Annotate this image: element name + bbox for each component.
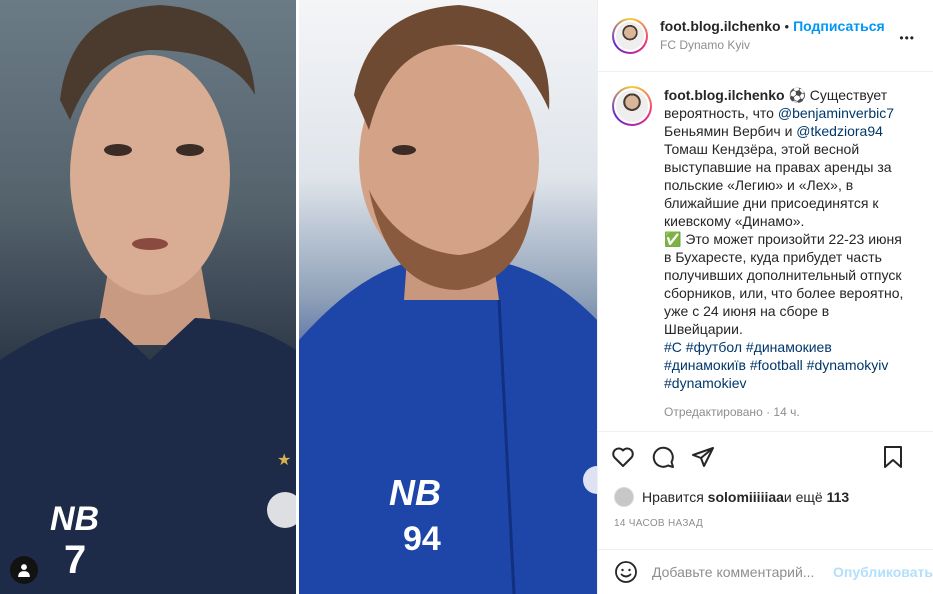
avatar[interactable] (612, 17, 648, 54)
location-link[interactable]: FC Dynamo Kyiv (660, 36, 885, 54)
post-timestamp[interactable]: 14 ЧАСОВ НАЗАД (614, 518, 703, 529)
separator-dot: • (784, 19, 790, 34)
share-icon (692, 447, 714, 467)
save-button[interactable] (880, 444, 906, 470)
svg-text:NB: NB (50, 500, 99, 538)
player-left-illustration: NB ★ (0, 5, 296, 594)
comment-icon (652, 446, 674, 468)
user-tag-button[interactable] (10, 556, 38, 584)
more-options-button[interactable]: ••• (899, 26, 915, 47)
mention-kedziora[interactable]: @tkedziora94 (796, 123, 883, 139)
svg-text:NB: NB (389, 472, 441, 513)
like-button[interactable] (610, 444, 636, 470)
emoji-icon (615, 561, 637, 583)
liker-username[interactable]: solomiiiiiaa (708, 489, 784, 505)
svg-text:★: ★ (277, 452, 291, 469)
caption-username[interactable]: foot.blog.ilchenko (664, 87, 785, 103)
caption-part-4: Это может произойти 22-23 июня в Бухарес… (664, 231, 904, 337)
comment-input[interactable] (652, 564, 833, 580)
hashtags[interactable]: #С #футбол #динамокиев #динамокиїв #foot… (664, 339, 888, 391)
action-bar (598, 434, 933, 480)
user-tag-icon (18, 564, 30, 577)
likes-suffix: и ещё (783, 489, 823, 505)
publish-button[interactable]: Опубликовать (833, 564, 933, 580)
more-icon: ••• (899, 31, 915, 45)
follow-button[interactable]: Подписаться (793, 18, 885, 34)
share-button[interactable] (690, 444, 716, 470)
player-photo-right: NB 94 (299, 0, 597, 594)
post-sidebar: foot.blog.ilchenko • Подписаться FC Dynamo… (597, 0, 933, 594)
player-photo-left: NB ★ 7 (0, 0, 296, 594)
soccer-ball-emoji: ⚽ (788, 87, 806, 103)
mention-verbic[interactable]: @benjaminverbic7 (778, 105, 894, 121)
caption-section: foot.blog.ilchenko ⚽ Существует вероятно… (598, 72, 933, 432)
edited-label: Отредактировано · 14 ч. (664, 405, 800, 419)
likes-count[interactable]: 113 (827, 489, 850, 505)
player-right-illustration: NB (299, 5, 597, 594)
liker-avatar[interactable] (614, 487, 634, 507)
jersey-number-left: 7 (64, 538, 87, 582)
jersey-number-right: 94 (403, 520, 441, 558)
post-header: foot.blog.ilchenko • Подписаться FC Dynamo… (598, 0, 933, 72)
caption-avatar[interactable] (612, 86, 652, 126)
comment-button[interactable] (650, 444, 676, 470)
comment-bar: Опубликовать (598, 549, 933, 594)
heart-icon (612, 447, 634, 467)
emoji-button[interactable] (614, 560, 638, 584)
likes-summary[interactable]: Нравится solomiiiiiaa и ещё 113 (614, 487, 849, 507)
caption-text: foot.blog.ilchenko ⚽ Существует вероятно… (664, 86, 909, 431)
post-media[interactable]: NB ★ 7 NB 94 (0, 0, 597, 594)
likes-prefix: Нравится (642, 489, 704, 505)
check-emoji: ✅ (664, 231, 682, 247)
caption-part-2: Беньямин Вербич и (664, 123, 797, 139)
caption-part-3: Томаш Кендзёра, этой весной выступавшие … (664, 141, 892, 229)
bookmark-icon (884, 446, 902, 468)
header-username[interactable]: foot.blog.ilchenko (660, 18, 781, 34)
